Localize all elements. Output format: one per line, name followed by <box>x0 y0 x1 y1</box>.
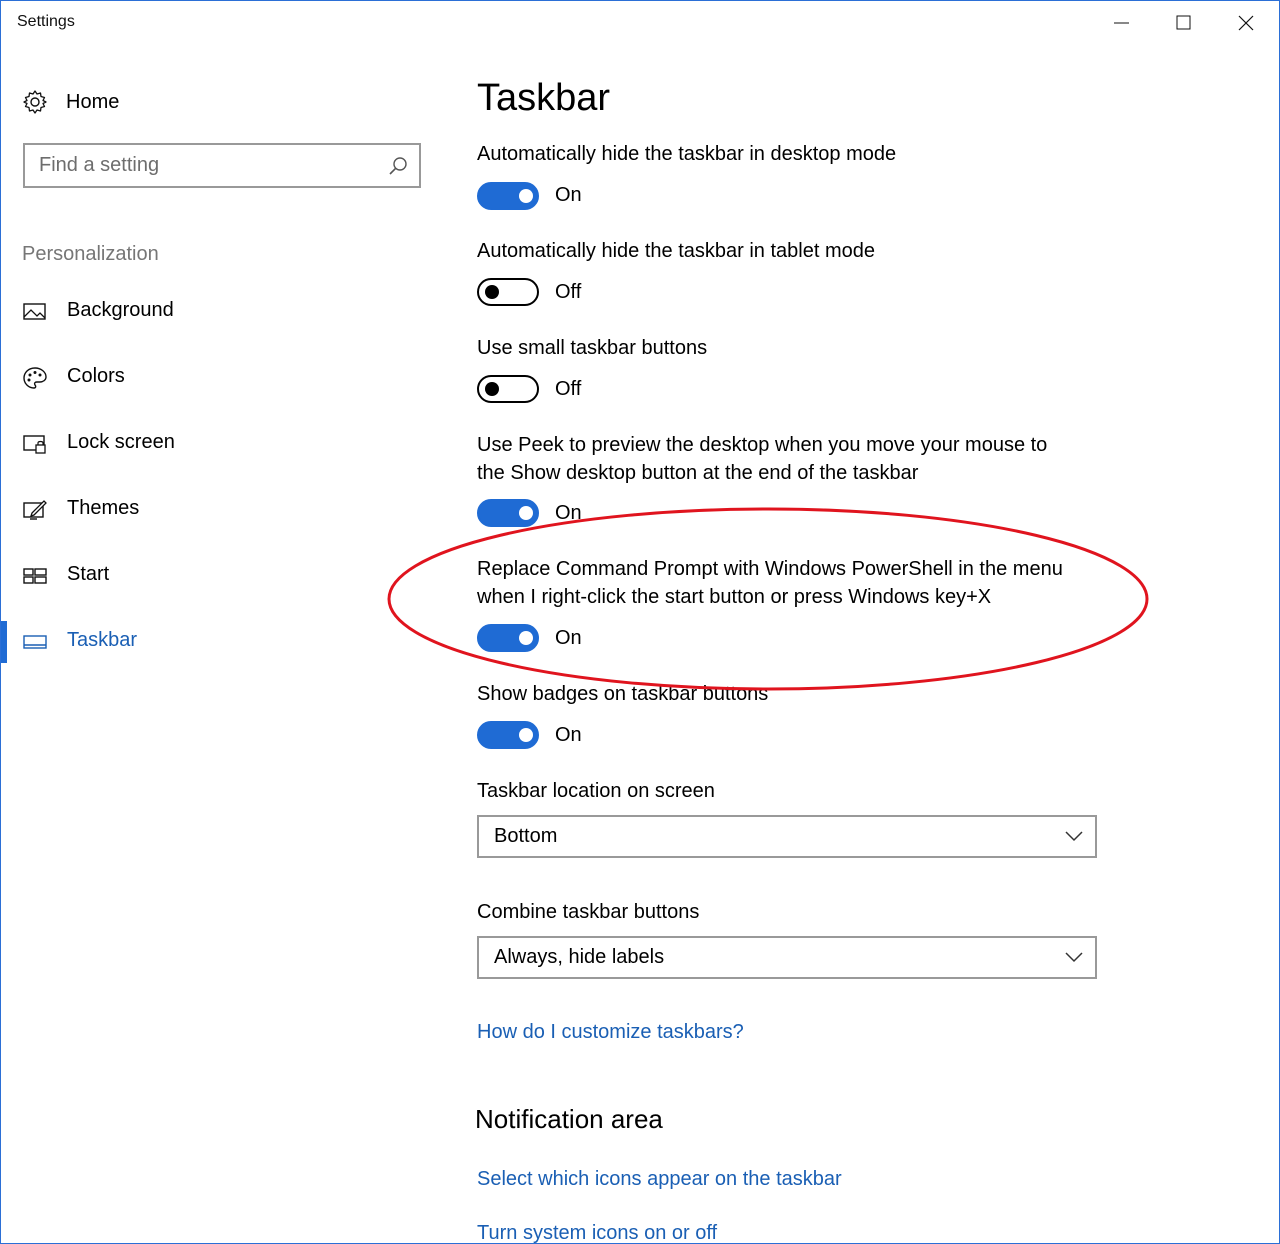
select-icons-link[interactable]: Select which icons appear on the taskbar <box>477 1168 842 1191</box>
sidebar-item-lock-screen[interactable]: Lock screen <box>1 419 441 469</box>
setting-label: Automatically hide the taskbar in tablet… <box>477 240 875 262</box>
start-icon <box>23 568 47 584</box>
sidebar-item-taskbar[interactable]: Taskbar <box>1 617 441 667</box>
toggle-powershell[interactable] <box>477 624 539 652</box>
toggle-knob <box>519 189 533 203</box>
sidebar-item-label: Taskbar <box>67 629 138 651</box>
sidebar-item-label: Background <box>67 299 174 321</box>
toggle-hide-desktop[interactable] <box>477 182 539 210</box>
combine-buttons-dropdown[interactable]: Always, hide labels <box>477 936 1097 979</box>
toggle-state: On <box>555 502 582 524</box>
setting-label: Use Peek to preview the desktop when you… <box>477 434 1048 484</box>
sidebar-item-themes[interactable]: Themes <box>1 485 441 535</box>
toggle-knob <box>519 506 533 520</box>
sidebar: Home Personalization Background Colors <box>1 47 441 1243</box>
main-content: Taskbar Automatically hide the taskbar i… <box>475 1 1257 1243</box>
dropdown-value: Bottom <box>494 825 558 847</box>
home-nav-item[interactable]: Home <box>22 87 119 117</box>
toggle-hide-tablet[interactable] <box>477 278 539 306</box>
gear-icon <box>23 90 47 114</box>
search-icon[interactable] <box>387 155 409 177</box>
setting-label: Replace Command Prompt with Windows Powe… <box>477 558 1063 608</box>
setting-label: Automatically hide the taskbar in deskto… <box>477 143 897 165</box>
search-input[interactable] <box>39 151 369 180</box>
toggle-peek[interactable] <box>477 499 539 527</box>
system-icons-link[interactable]: Turn system icons on or off <box>477 1222 717 1243</box>
toggle-state: On <box>555 724 582 746</box>
window-title: Settings <box>17 13 75 30</box>
toggle-knob <box>519 631 533 645</box>
chevron-down-icon <box>1065 831 1083 842</box>
toggle-knob <box>485 285 499 299</box>
picture-icon <box>23 303 46 320</box>
notification-area-heading: Notification area <box>475 1104 663 1134</box>
toggle-badges[interactable] <box>477 721 539 749</box>
palette-icon <box>23 367 47 389</box>
taskbar-location-dropdown[interactable]: Bottom <box>477 815 1097 858</box>
sidebar-item-label: Start <box>67 563 110 585</box>
page-title: Taskbar <box>477 77 611 119</box>
chevron-down-icon <box>1065 952 1083 963</box>
setting-label: Show badges on taskbar buttons <box>477 683 769 705</box>
lock-screen-icon <box>23 435 46 454</box>
themes-icon <box>23 500 47 520</box>
toggle-knob <box>485 382 499 396</box>
settings-window: Settings Home Personalization <box>0 0 1280 1244</box>
dropdown-value: Always, hide labels <box>494 946 665 968</box>
sidebar-item-label: Colors <box>67 365 125 387</box>
taskbar-icon <box>23 635 47 649</box>
search-box[interactable] <box>23 143 421 188</box>
customize-taskbars-link[interactable]: How do I customize taskbars? <box>477 1021 744 1044</box>
toggle-small-buttons[interactable] <box>477 375 539 403</box>
toggle-state: Off <box>555 281 582 303</box>
sidebar-item-label: Lock screen <box>67 431 175 453</box>
toggle-state: On <box>555 627 582 649</box>
home-label: Home <box>66 90 120 113</box>
sidebar-item-background[interactable]: Background <box>1 287 441 337</box>
toggle-knob <box>519 728 533 742</box>
dropdown-label: Taskbar location on screen <box>477 780 715 802</box>
sidebar-item-colors[interactable]: Colors <box>1 353 441 403</box>
active-indicator <box>1 621 7 663</box>
section-label-personalization: Personalization <box>22 243 159 265</box>
sidebar-item-label: Themes <box>67 497 140 519</box>
toggle-state: On <box>555 184 582 206</box>
dropdown-label: Combine taskbar buttons <box>477 901 700 923</box>
toggle-state: Off <box>555 378 582 400</box>
setting-label: Use small taskbar buttons <box>477 337 708 359</box>
sidebar-item-start[interactable]: Start <box>1 551 441 601</box>
